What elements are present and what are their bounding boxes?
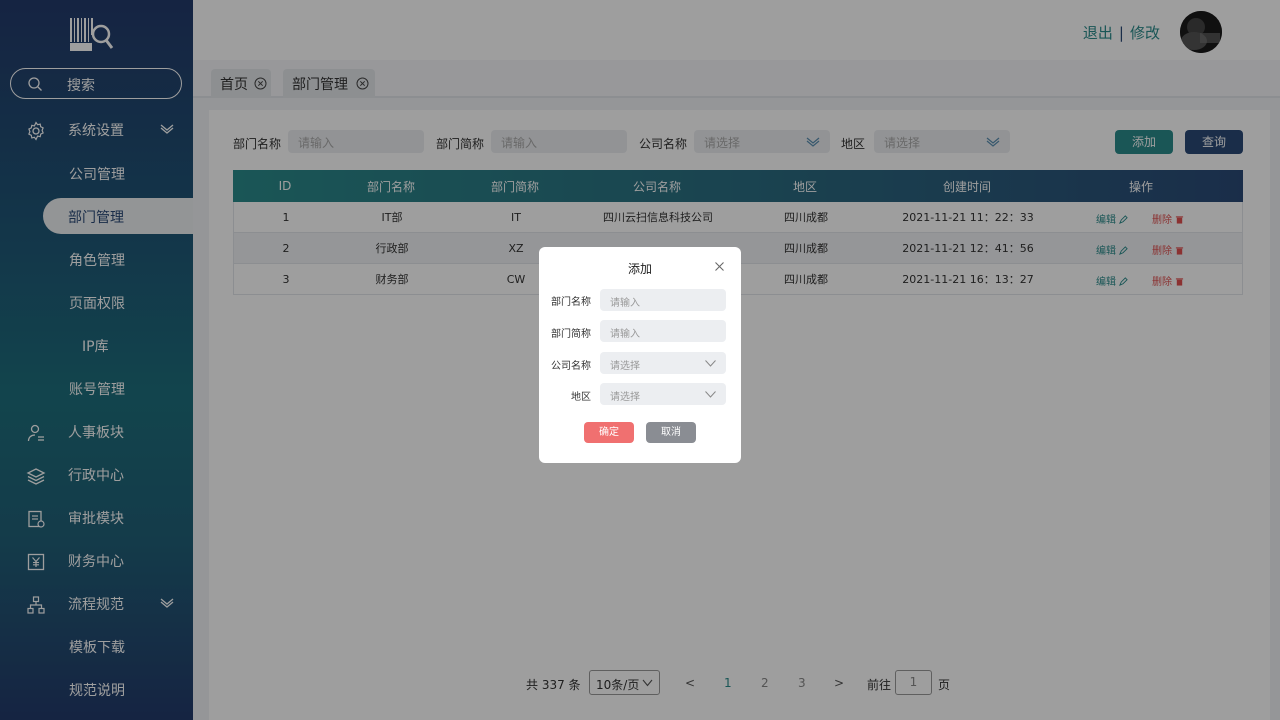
dialog-company-select[interactable]: 请选择: [600, 352, 726, 374]
placeholder: 请选择: [610, 392, 640, 403]
chevron-down-icon: [705, 391, 716, 398]
dialog-region-select[interactable]: 请选择: [600, 383, 726, 405]
chevron-down-icon: [705, 360, 716, 367]
placeholder: 请输入: [610, 298, 640, 309]
placeholder: 请输入: [610, 329, 640, 340]
dialog-dept-short-label: 部门简称: [551, 329, 591, 340]
close-icon[interactable]: [715, 262, 724, 271]
dialog-region-label: 地区: [571, 392, 591, 403]
placeholder: 请选择: [610, 361, 640, 372]
dialog-dept-name-input[interactable]: 请输入: [600, 289, 726, 311]
dialog-dept-name-label: 部门名称: [551, 297, 591, 308]
cancel-button[interactable]: 取消: [646, 422, 696, 443]
dialog-company-label: 公司名称: [551, 361, 591, 372]
dialog-dept-short-input[interactable]: 请输入: [600, 320, 726, 342]
dialog-title: 添加: [627, 262, 652, 276]
add-department-dialog: 添加 部门名称 请输入 部门简称 请输入 公司名称 请选择 地区 请选择 确定 …: [539, 247, 741, 463]
confirm-button[interactable]: 确定: [584, 422, 634, 443]
